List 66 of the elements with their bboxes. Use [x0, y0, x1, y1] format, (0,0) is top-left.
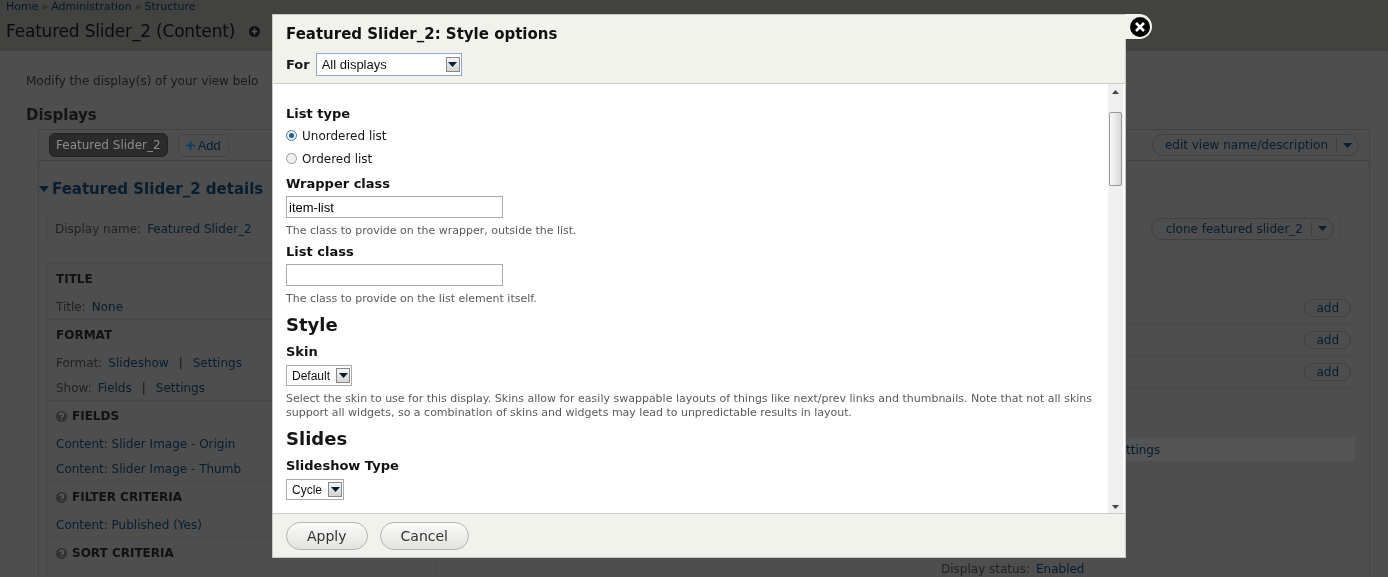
section-heading: SORT CRITERIA — [72, 546, 174, 560]
scroll-up-icon[interactable] — [1112, 90, 1119, 94]
radio-option[interactable]: Unordered list — [286, 124, 1096, 147]
breadcrumb-separator: » — [41, 0, 49, 14]
partial-link[interactable]: ttings — [1126, 442, 1161, 457]
scroll-down-icon[interactable] — [1112, 505, 1119, 509]
scroll-thumb[interactable] — [1109, 112, 1122, 186]
breadcrumb-link[interactable]: Administration — [51, 0, 132, 14]
field-label: List class — [286, 244, 355, 261]
section-heading: FORMAT — [56, 328, 113, 342]
triangle-down-icon[interactable] — [39, 185, 49, 193]
field-description: The class to provide on the wrapper, outside the list. — [286, 224, 578, 238]
section-link[interactable]: Fields — [97, 380, 132, 395]
dialog-button[interactable]: Cancel — [379, 521, 469, 550]
link-separator: | — [177, 355, 184, 370]
section-link[interactable]: Settings — [155, 380, 205, 395]
radio-button[interactable] — [286, 130, 297, 141]
field-label: Slideshow Type — [286, 458, 400, 475]
dropdown-arrow-icon — [448, 62, 458, 67]
dialog-button[interactable]: Apply — [286, 521, 368, 550]
section-link[interactable]: Content: Published (Yes) — [56, 517, 202, 532]
field-label: Skin — [286, 344, 319, 361]
text-field[interactable] — [286, 264, 503, 286]
status-link[interactable]: Enabled — [1035, 562, 1085, 576]
dropdown-arrow-icon — [330, 487, 340, 492]
display-tab[interactable]: Featured Slider_2 — [49, 133, 168, 157]
section-heading: Style — [286, 314, 339, 337]
select-field[interactable]: Cycle — [286, 479, 344, 500]
section-heading: FIELDS — [72, 409, 120, 423]
for-select[interactable]: All displays — [315, 53, 462, 76]
section-heading: TITLE — [56, 272, 93, 286]
field-description: Select the skin to use for this display. Skins allow for easily swappable layouts of things like next/prev links and thumbnails. Note that not all skins support all widgets, so a combination of skins and widgets may lead to unpredictable results in layout. — [286, 392, 1094, 420]
help-icon[interactable] — [56, 410, 67, 422]
add-display-button[interactable]: Add — [177, 133, 229, 157]
section-link[interactable]: Content: Slider Image - Thumb — [56, 461, 241, 476]
display-name-link[interactable]: Featured Slider_2 — [147, 221, 252, 236]
breadcrumb-separator: » — [134, 0, 142, 14]
add-circle-icon[interactable] — [249, 25, 261, 37]
dropdown-arrow-icon — [338, 373, 348, 378]
caret-icon — [1318, 226, 1327, 231]
caret-icon — [1343, 142, 1352, 148]
help-icon[interactable] — [56, 547, 67, 559]
field-label: List type — [286, 106, 352, 123]
plus-icon — [185, 140, 195, 150]
for-label: For — [286, 57, 310, 72]
text-field[interactable]: item-list — [286, 196, 503, 218]
section-link[interactable]: Content: Slider Image - Origin — [56, 436, 236, 451]
radio-option[interactable]: Ordered list — [286, 147, 1096, 170]
radio-button[interactable] — [286, 153, 297, 164]
link-separator: | — [140, 380, 147, 395]
breadcrumb-link[interactable]: Home — [6, 0, 39, 14]
section-link[interactable]: None — [91, 299, 124, 314]
scrollbar[interactable] — [1108, 84, 1123, 513]
field-label: Wrapper class — [286, 176, 392, 193]
section-heading: FILTER CRITERIA — [72, 490, 182, 504]
breadcrumb-link[interactable]: Structure — [144, 0, 196, 14]
displays-heading: Displays — [26, 106, 97, 126]
section-heading: Slides — [286, 428, 349, 451]
dialog-title: Featured Slider_2: Style options — [286, 25, 559, 43]
section-link[interactable]: Slideshow — [108, 355, 169, 370]
section-link[interactable]: Settings — [192, 355, 242, 370]
help-icon[interactable] — [56, 491, 67, 503]
select-field[interactable]: Default — [286, 365, 353, 386]
field-description: The class to provide on the list element itself. — [286, 292, 538, 306]
details-toggle[interactable]: Featured Slider_2 details — [52, 180, 264, 198]
close-icon[interactable] — [1130, 16, 1150, 37]
